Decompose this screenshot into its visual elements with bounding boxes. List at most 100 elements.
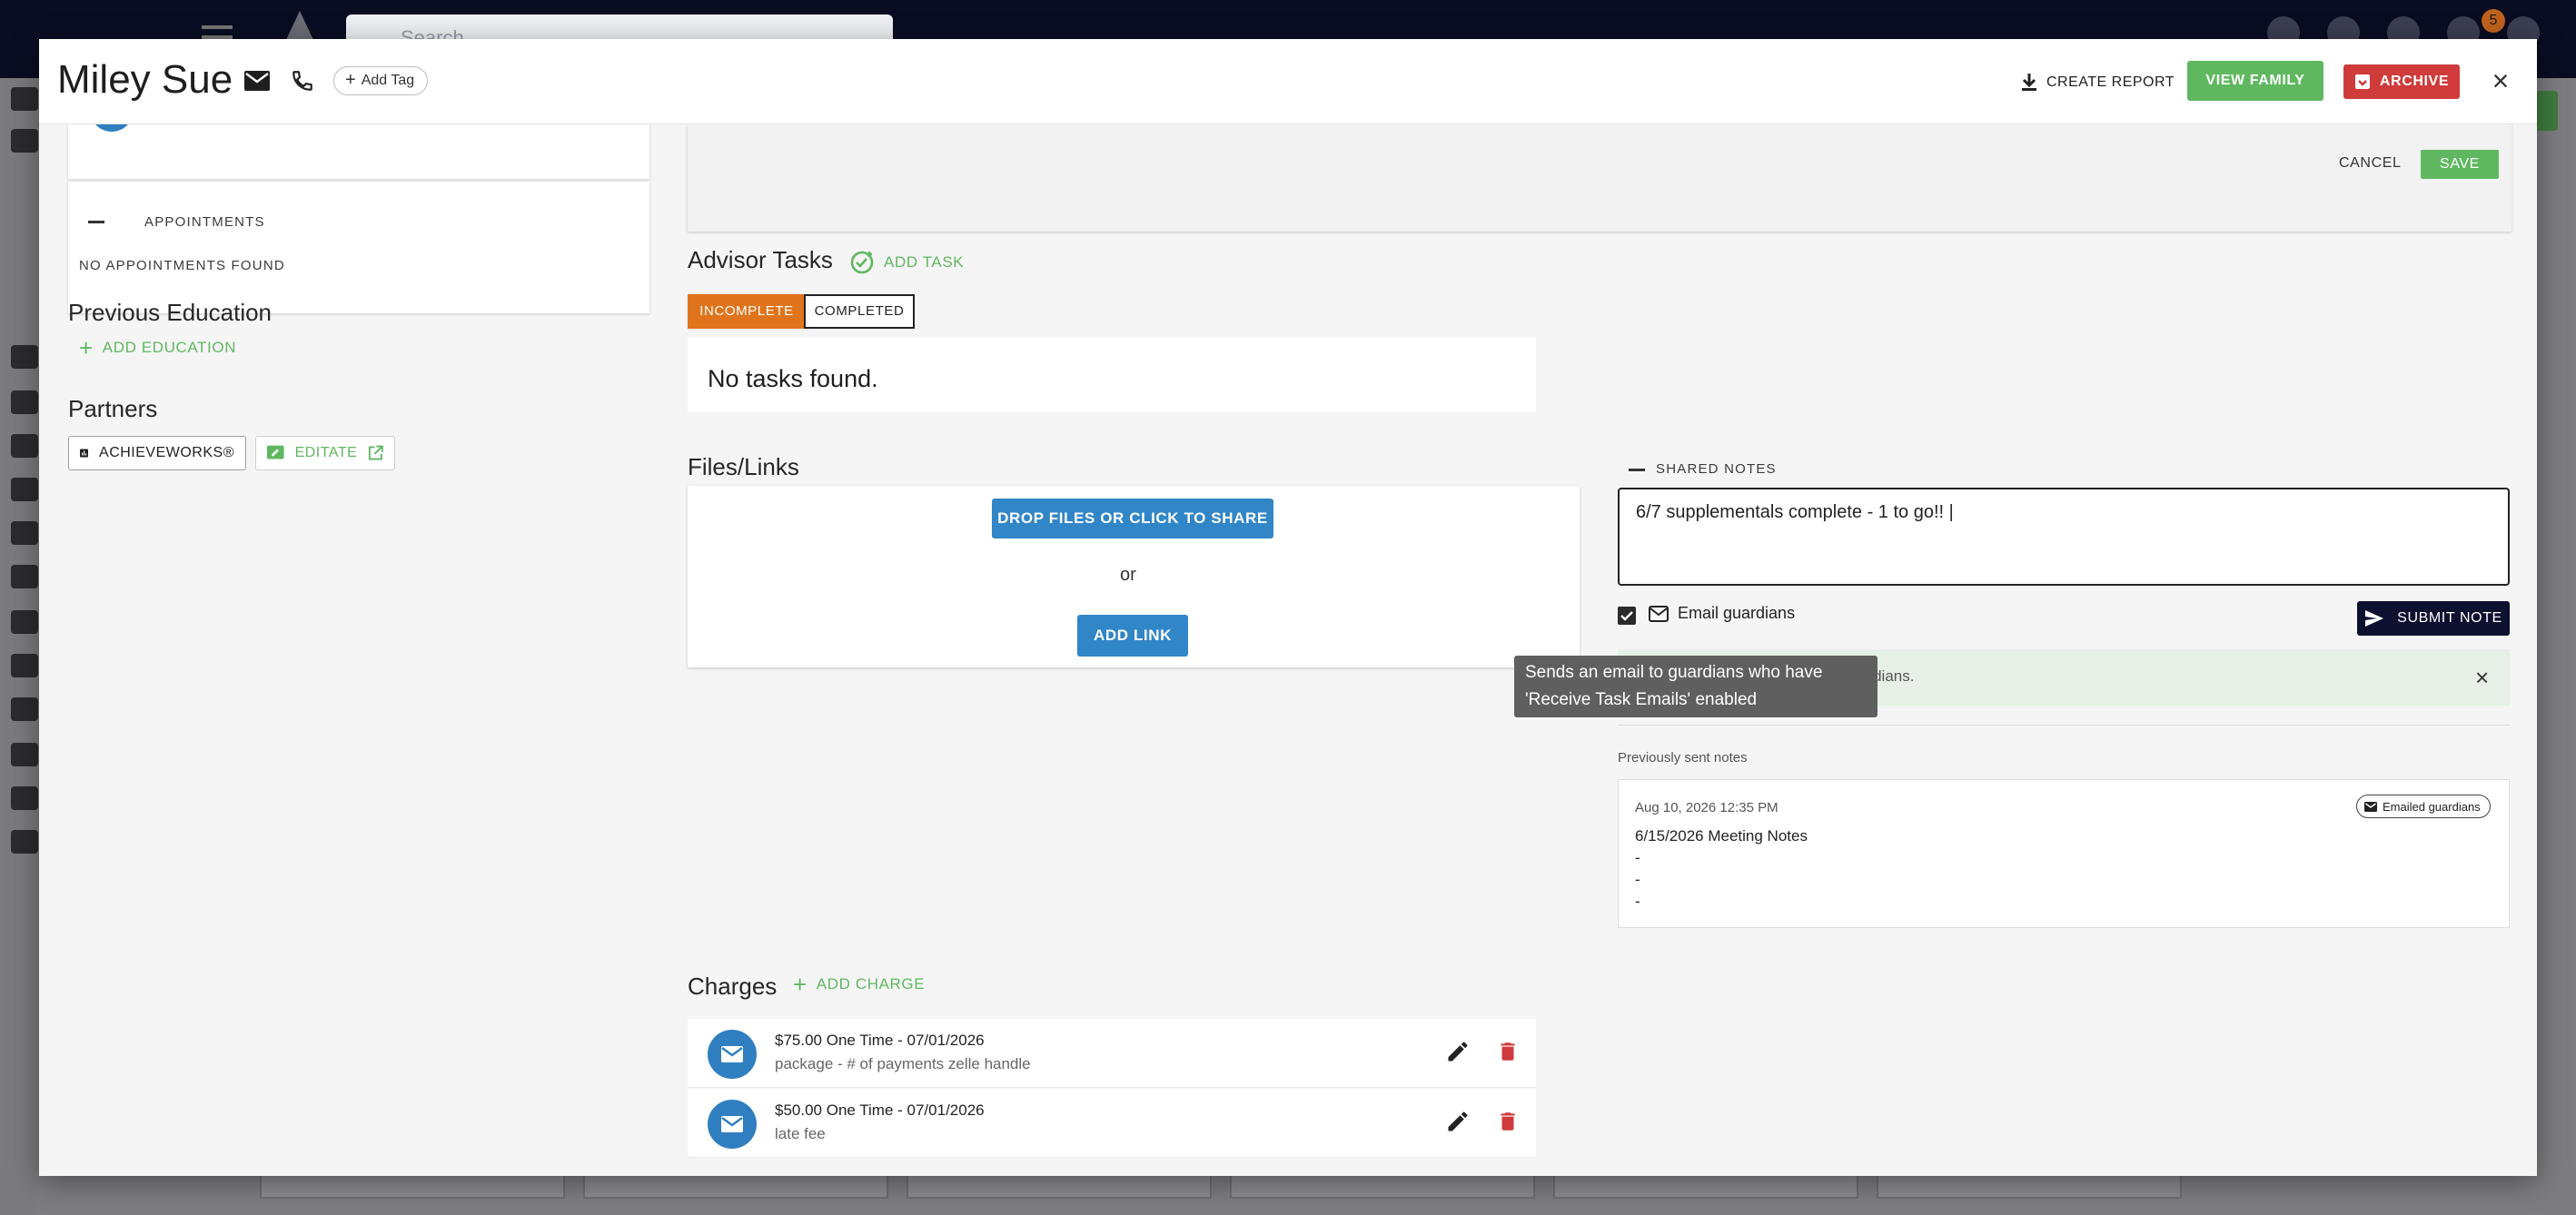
mail-icon [2364, 801, 2377, 812]
archive-label: ARCHIVE [2379, 74, 2450, 89]
add-task-button[interactable]: ADD TASK [849, 250, 964, 275]
add-tag-label: Add Tag [361, 73, 415, 88]
emailed-guardians-chip: Emailed guardians [2356, 795, 2491, 818]
note-body: 6/15/2026 Meeting Notes - - - [1635, 827, 1808, 910]
or-text: or [1120, 565, 1136, 585]
mail-icon [11, 743, 38, 766]
phone-icon[interactable] [286, 64, 319, 97]
advisor-tasks-title: Advisor Tasks [688, 246, 833, 273]
edit-icon[interactable] [1445, 1109, 1471, 1139]
create-report-button[interactable]: CREATE REPORT [2021, 66, 2175, 99]
no-appointments-text: NO APPOINTMENTS FOUND [79, 258, 285, 273]
previous-education-title: Previous Education [68, 299, 272, 326]
charge-mail-icon [708, 1030, 757, 1079]
email-guardians-label[interactable]: Email guardians [1649, 604, 1795, 623]
achieveworks-label: ACHIEVEWORKS® [99, 445, 234, 460]
add-link-button[interactable]: ADD LINK [1077, 615, 1188, 657]
achieveworks-button[interactable]: ACHIEVEWORKS® [68, 436, 246, 470]
tab-completed[interactable]: COMPLETED [804, 294, 915, 329]
send-icon [2365, 610, 2384, 627]
submit-note-button[interactable]: SUBMIT NOTE [2357, 601, 2510, 636]
previous-note: Aug 10, 2026 12:35 PM Emailed guardians … [1618, 779, 2510, 928]
edit-panel [688, 124, 2512, 232]
submit-note-label: SUBMIT NOTE [2397, 610, 2502, 626]
note-input[interactable]: 6/7 supplementals complete - 1 to go!! | [1618, 488, 2510, 586]
open-external-icon [369, 445, 383, 460]
app-logo [285, 11, 314, 42]
notification-badge: 5 [2482, 9, 2505, 33]
collapse-icon[interactable] [1629, 469, 1645, 471]
list-icon [11, 521, 38, 545]
edit-icon[interactable] [1445, 1039, 1471, 1069]
charge-amount: $50.00 One Time - 07/01/2026 [775, 1101, 985, 1119]
appointments-label: APPOINTMENTS [144, 214, 265, 230]
plus-icon: + [793, 971, 807, 998]
cancel-button[interactable]: CANCEL [2339, 155, 2402, 172]
add-charge-button[interactable]: + ADD CHARGE [793, 971, 926, 998]
editate-icon [267, 445, 284, 459]
plus-icon: + [345, 70, 356, 90]
editate-label: EDITATE [294, 445, 358, 460]
chat-icon [11, 830, 38, 854]
editate-button[interactable]: EDITATE [255, 436, 395, 470]
view-family-button[interactable]: VIEW FAMILY [2187, 61, 2323, 101]
mail-outline-icon [1649, 605, 1669, 622]
email-icon[interactable] [241, 64, 273, 97]
charge-row: $75.00 One Time - 07/01/2026 package - #… [688, 1019, 1536, 1088]
add-task-label: ADD TASK [884, 253, 965, 271]
student-modal: Miley Sue + Add Tag CREATE REPORT VIEW FA… [39, 39, 2537, 1176]
inbox-icon [11, 565, 38, 588]
modal-header: Miley Sue + Add Tag CREATE REPORT VIEW FA… [39, 39, 2537, 124]
archive-icon [2354, 74, 2370, 89]
create-report-label: CREATE REPORT [2046, 74, 2175, 90]
checklist-icon [11, 478, 38, 501]
school-icon [11, 345, 38, 369]
check-icon [1620, 611, 1633, 621]
charge-description: late fee [775, 1125, 826, 1142]
no-tasks-text: No tasks found. [688, 338, 1536, 412]
add-education-label: ADD EDUCATION [102, 339, 237, 356]
collapse-icon[interactable] [88, 221, 104, 223]
email-guardians-text: Email guardians [1678, 604, 1796, 622]
delete-icon[interactable] [1496, 1109, 1520, 1139]
emailed-guardians-text: Emailed guardians [2383, 799, 2481, 814]
partners-title: Partners [68, 395, 158, 422]
library-icon [11, 390, 38, 414]
add-task-icon [850, 251, 874, 274]
plus-icon: + [79, 334, 94, 361]
chart-icon [80, 449, 89, 458]
files-links-title: Files/Links [688, 453, 799, 480]
app-sidebar [0, 78, 36, 1215]
add-tag-button[interactable]: + Add Tag [333, 66, 429, 95]
previous-notes-label: Previously sent notes [1618, 750, 1748, 766]
charge-amount: $75.00 One Time - 07/01/2026 [775, 1032, 985, 1049]
charge-mail-icon [708, 1100, 757, 1149]
note-date: Aug 10, 2026 12:35 PM [1635, 800, 1778, 815]
charge-description: package - # of payments zelle handle [775, 1055, 1031, 1072]
document-icon [11, 697, 38, 721]
students-icon [11, 129, 38, 153]
archive-button[interactable]: ARCHIVE [2343, 64, 2460, 99]
add-education-button[interactable]: + ADD EDUCATION [79, 334, 237, 361]
charge-row: $50.00 One Time - 07/01/2026 late fee [688, 1089, 1536, 1158]
compass-icon [11, 610, 38, 634]
add-charge-label: ADD CHARGE [816, 975, 926, 993]
download-icon [2022, 74, 2036, 91]
drop-files-button[interactable]: DROP FILES OR CLICK TO SHARE [992, 499, 1273, 538]
divider [1618, 725, 2510, 726]
student-name: Miley Sue [57, 57, 233, 102]
save-button[interactable]: SAVE [2421, 150, 2499, 179]
dollar-icon [11, 786, 38, 810]
delete-icon[interactable] [1496, 1039, 1520, 1069]
charges-title: Charges [688, 973, 778, 1000]
tools-icon [11, 434, 38, 458]
appointments-card: APPOINTMENTS NO APPOINTMENTS FOUND [68, 182, 649, 313]
shared-notes-label: SHARED NOTES [1656, 461, 1777, 477]
tab-incomplete[interactable]: INCOMPLETE [688, 294, 806, 329]
dashboard-icon [11, 87, 38, 111]
close-icon[interactable]: × [2484, 64, 2517, 97]
close-icon[interactable]: × [2475, 664, 2489, 692]
email-guardians-tooltip: Sends an email to guardians who have 'Re… [1514, 656, 1878, 717]
book-icon [11, 654, 38, 677]
email-guardians-checkbox[interactable] [1618, 607, 1636, 625]
